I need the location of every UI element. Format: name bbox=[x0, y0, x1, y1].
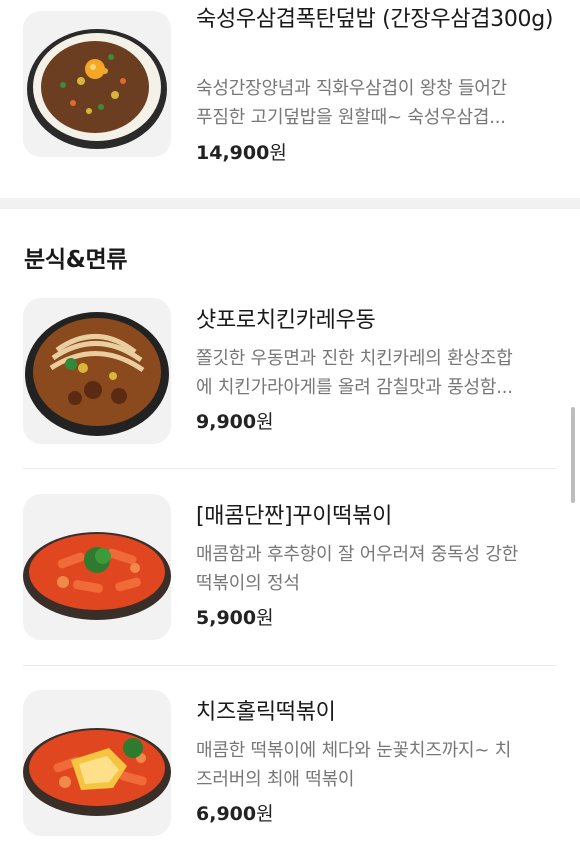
price-currency: 원 bbox=[256, 803, 274, 825]
price-value: 6,900 bbox=[196, 803, 257, 825]
section-title: 분식&면류 bbox=[24, 247, 128, 273]
price-currency: 원 bbox=[256, 607, 274, 629]
price-currency: 원 bbox=[269, 142, 287, 164]
item-divider bbox=[23, 665, 557, 666]
menu-item-name: 샷포로치킨카레우동 bbox=[196, 308, 376, 333]
menu-item-name: [매콤단짠]꾸이떡볶이 bbox=[196, 504, 393, 529]
price-value: 14,900 bbox=[196, 142, 270, 164]
menu-item-price: 14,900원 bbox=[196, 140, 287, 166]
menu-item-price: 5,900원 bbox=[196, 605, 274, 631]
curry-udon-bowl-image bbox=[23, 298, 171, 444]
menu-item-description-line2: 즈러버의 최애 떡볶이 bbox=[196, 769, 355, 790]
menu-item-price: 9,900원 bbox=[196, 409, 274, 435]
menu-item-description-line1: 쫄깃한 우동면과 진한 치킨카레의 환상조합 bbox=[196, 348, 513, 369]
scrollbar-thumb[interactable] bbox=[571, 407, 575, 503]
menu-item-description-line1: 매콤한 떡볶이에 체다와 눈꽃치즈까지~ 치 bbox=[196, 740, 512, 761]
menu-item-description-line1: 숙성간장양념과 직화우삼겹이 왕창 들어간 bbox=[196, 78, 508, 99]
beef-rice-bowl-image bbox=[23, 11, 171, 157]
menu-item-description-line2: 떡볶이의 정석 bbox=[196, 573, 300, 594]
menu-item-price: 6,900원 bbox=[196, 801, 274, 827]
menu-item-name: 숙성우삼겹폭탄덮밥 (간장우삼겹300g) bbox=[196, 7, 554, 32]
menu-item-description-line2: 에 치킨가라아게를 올려 감칠맛과 풍성함... bbox=[196, 377, 513, 398]
tteokbokki-plate-image bbox=[23, 494, 171, 640]
price-value: 5,900 bbox=[196, 607, 257, 629]
item-divider bbox=[23, 468, 557, 469]
price-currency: 원 bbox=[256, 411, 274, 433]
price-value: 9,900 bbox=[196, 411, 257, 433]
section-separator bbox=[0, 198, 580, 209]
menu-item-name: 치즈홀릭떡볶이 bbox=[196, 700, 336, 725]
cheese-tteokbokki-plate-image bbox=[23, 690, 171, 836]
menu-item-description-line1: 매콤함과 후추향이 잘 어우러져 중독성 강한 bbox=[196, 544, 519, 565]
menu-item-description-line2: 푸짐한 고기덮밥을 원할때~ 숙성우삼겹... bbox=[196, 107, 506, 128]
